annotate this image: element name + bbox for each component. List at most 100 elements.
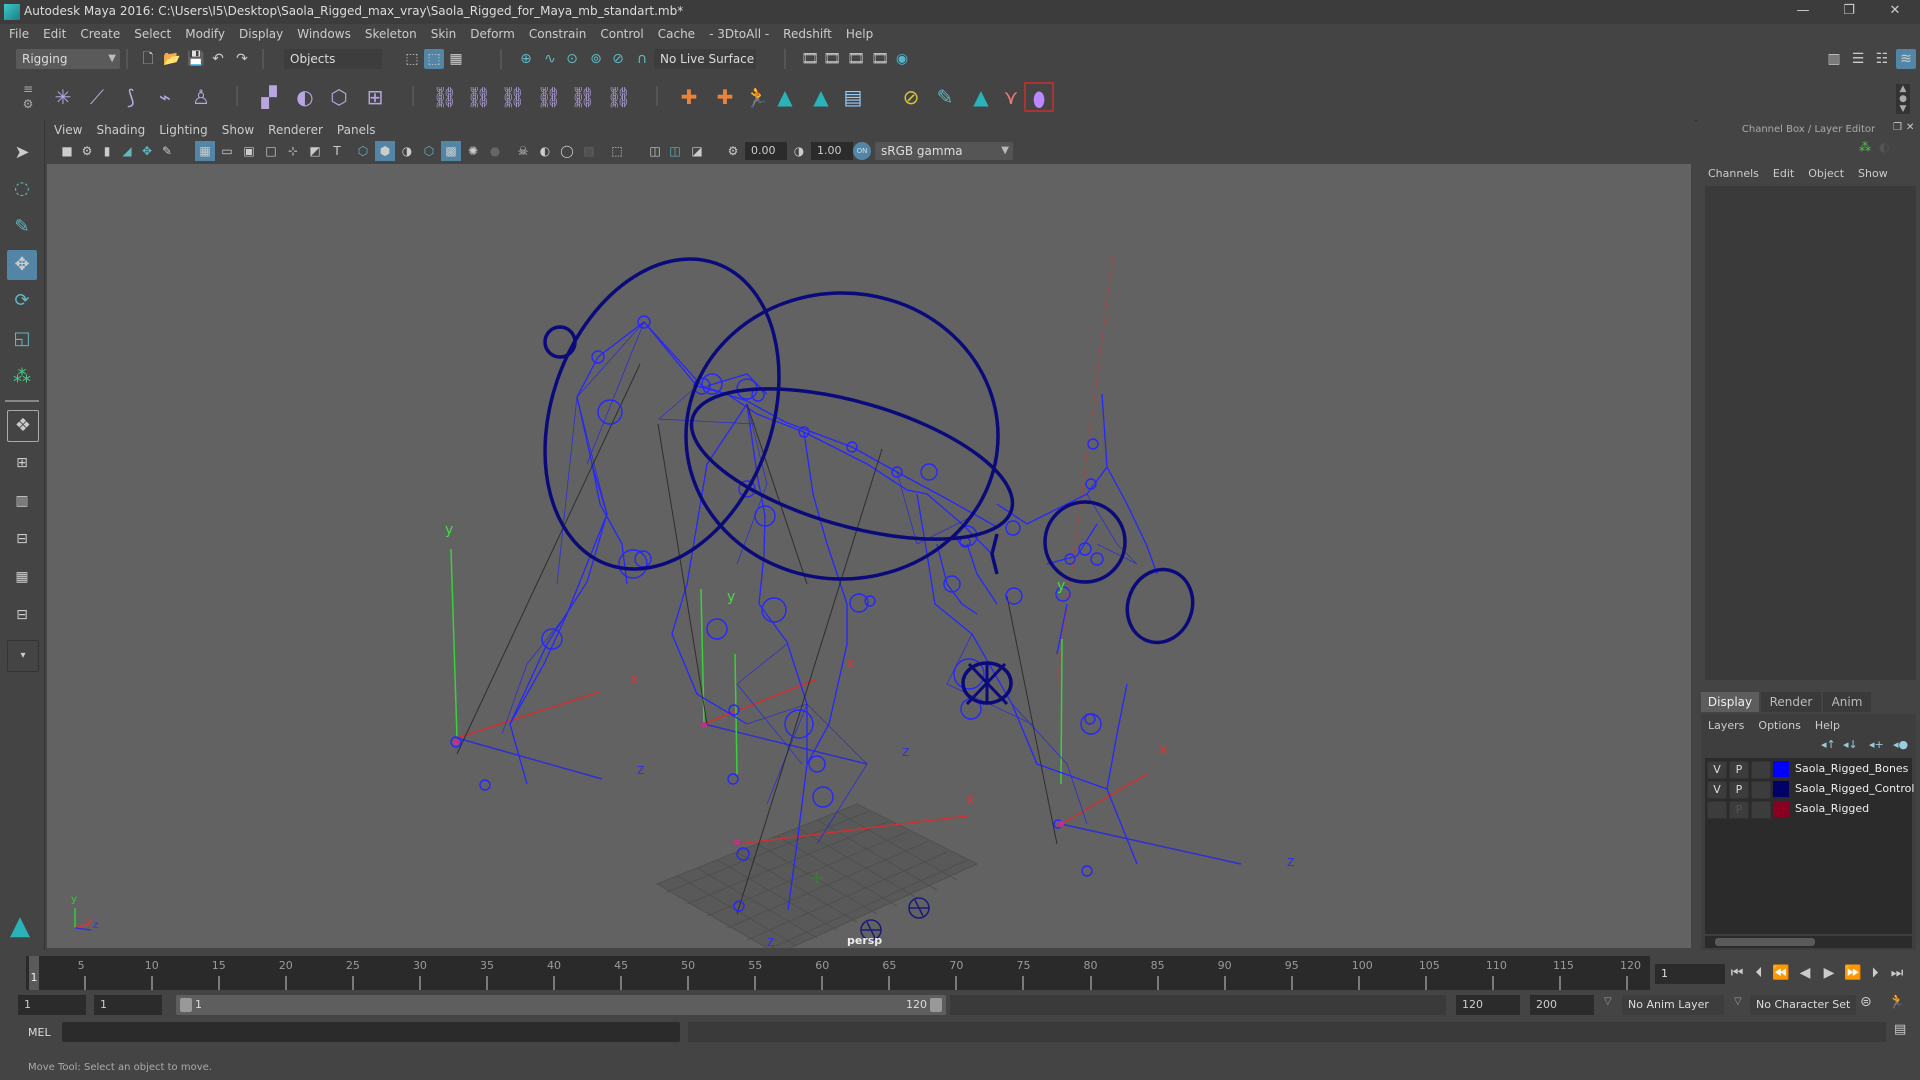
curve-ep-icon[interactable]: ⋎ [996,82,1026,112]
maya-logo-shelf-icon-2[interactable]: ▲ [806,82,836,112]
more-layouts-icon[interactable]: ▾ [7,640,39,672]
grid-toggle-icon[interactable]: ▦ [195,141,215,161]
color-space-dropdown[interactable]: sRGB gamma ▼ [875,142,1013,160]
orient-constraint-icon[interactable]: ⛓ [498,82,528,112]
menu-create[interactable]: Create [73,24,127,44]
2d-pan-zoom-icon[interactable]: ✥ [137,141,157,161]
le-menu-options[interactable]: Options [1751,716,1807,736]
cluster-icon[interactable]: ⊞ [360,82,390,112]
snap-grid-icon[interactable]: ⊕ [516,49,536,69]
vp-menu-renderer[interactable]: Renderer [261,120,330,140]
scale-tool-icon[interactable]: ◱ [7,324,37,354]
parent-constraint-icon[interactable]: ⛓ [430,82,460,112]
cb-menu-channels[interactable]: Channels [1701,164,1766,184]
vp-menu-panels[interactable]: Panels [330,120,383,140]
color-management-toggle[interactable]: ON [853,142,871,160]
custom-layout-icon[interactable]: ⊟ [7,600,37,630]
new-layer-icon[interactable]: ◂+ [1869,738,1884,751]
new-layer-selected-icon[interactable]: ◂● [1893,738,1908,751]
prev-key-button[interactable]: ⏪ [1770,962,1792,984]
cb-menu-edit[interactable]: Edit [1766,164,1801,184]
screen-space-ao-icon[interactable]: ☠ [513,141,533,161]
menu-help[interactable]: Help [839,24,880,44]
lasso-tool-icon[interactable]: ◌ [7,174,37,204]
cb-menu-object[interactable]: Object [1801,164,1851,184]
graph-editor-layout-icon[interactable]: ⊟ [7,524,37,554]
channel-box-toggle-icon[interactable]: ≋ [1896,49,1916,69]
menu-display[interactable]: Display [232,24,290,44]
camera-attributes-icon[interactable]: ⚙ [77,141,97,161]
hypershade-icon[interactable]: ◉ [892,49,912,69]
time-slider-track[interactable]: 5 10 15 20 25 30 35 40 45 50 55 60 65 70 75 80 85 90 95 100… [26,956,1650,990]
paint-select-tool-icon[interactable]: ✎ [7,212,37,242]
display-layer-off-icon[interactable]: ⊘ [896,82,926,112]
maya-logo-shelf-icon-3[interactable]: ▲ [966,82,996,112]
safe-action-icon[interactable]: ◩ [305,141,325,161]
move-layer-up-icon[interactable]: ◂↑ [1821,738,1836,751]
undo-icon[interactable]: ↶ [208,49,228,69]
close-button[interactable]: ✕ [1872,0,1918,24]
layer-list-scrollbar[interactable] [1705,936,1912,948]
wireframe-on-shaded-icon[interactable]: ⬡ [419,141,439,161]
3d-viewport[interactable]: y x z y x z x z y x z persp y x z [47,164,1691,948]
le-menu-help[interactable]: Help [1808,716,1847,736]
menu-skeleton[interactable]: Skeleton [358,24,424,44]
layer-display-type-toggle[interactable] [1751,801,1771,819]
layer-playback-toggle[interactable]: P [1729,801,1749,819]
xray-active-icon[interactable]: ◫ [665,141,685,161]
auto-key-icon[interactable]: ⊜ [1860,994,1872,1010]
layer-display-type-toggle[interactable] [1751,781,1771,799]
selection-mode-dropdown[interactable]: Objects [284,49,382,69]
gate-mask-icon[interactable]: □ [261,141,281,161]
animation-preferences-icon[interactable]: 🏃 [1888,994,1905,1010]
snap-live-icon[interactable]: ∩ [632,49,652,69]
maximize-button[interactable]: ❐ [1826,0,1872,24]
select-object-icon[interactable]: ⬚ [424,49,444,69]
depth-of-field-icon[interactable]: ▨ [579,141,599,161]
rotate-tool-icon[interactable]: ⟳ [7,286,37,316]
command-language-label[interactable]: MEL [28,1026,51,1039]
render-view-icon[interactable]: 🎞 [800,49,820,69]
lattice-icon[interactable]: ⬡ [324,82,354,112]
menu-constrain[interactable]: Constrain [522,24,594,44]
locator-link-icon[interactable]: ✚ [710,82,740,112]
shadows-icon[interactable]: ● [485,141,505,161]
go-to-end-button[interactable]: ⏭ [1886,962,1908,984]
menu-redshift[interactable]: Redshift [776,24,839,44]
hypergraph-layout-icon[interactable]: ▦ [7,562,37,592]
wireframe-icon[interactable]: ⬡ [353,141,373,161]
character-set-dropdown[interactable]: No Character Set [1750,995,1856,1015]
menu-windows[interactable]: Windows [290,24,358,44]
current-frame-field[interactable]: 1 [1655,964,1725,984]
layer-playback-toggle[interactable]: P [1729,761,1749,779]
render-current-icon[interactable]: 🎞 [822,49,842,69]
select-hierarchy-icon[interactable]: ⬚ [402,49,422,69]
locator-icon[interactable]: ✚ [674,82,704,112]
single-perspective-layout-icon[interactable]: ❖ [7,410,39,442]
move-layer-down-icon[interactable]: ◂↓ [1843,738,1858,751]
render-settings-icon[interactable]: 🎞 [870,49,890,69]
range-start-handle[interactable] [180,998,192,1012]
layer-visibility-toggle[interactable] [1707,801,1727,819]
tab-display[interactable]: Display [1701,692,1759,712]
snap-view-plane-icon[interactable]: ⊚ [586,49,606,69]
anim-layer-chevron-icon[interactable]: ▽ [1604,996,1612,1007]
modeling-toolkit-icon[interactable]: ▥ [1824,49,1844,69]
select-tool-icon[interactable]: ➤ [7,138,37,168]
safe-title-icon[interactable]: T [327,141,347,161]
layer-color-swatch[interactable] [1773,801,1789,817]
image-plane-icon[interactable]: ◢ [117,141,137,161]
tool-settings-icon[interactable]: ☷ [1872,49,1892,69]
layer-visibility-toggle[interactable]: V [1707,761,1727,779]
le-menu-layers[interactable]: Layers [1701,716,1751,736]
point-constraint-icon[interactable]: ⛓ [464,82,494,112]
play-forwards-button[interactable]: ▶ [1818,962,1840,984]
lasso-paint-icon[interactable]: ✎ [930,82,960,112]
tab-anim[interactable]: Anim [1823,692,1871,712]
humanik-icon[interactable]: ♙ [186,82,216,112]
universal-manipulator-icon[interactable]: ⁂ [7,362,37,392]
snap-curve-icon[interactable]: ∿ [540,49,560,69]
close-panel-icon[interactable]: ✕ [1906,122,1918,134]
grease-pencil-icon[interactable]: ✎ [157,141,177,161]
current-time-indicator[interactable]: 1 [29,956,39,990]
